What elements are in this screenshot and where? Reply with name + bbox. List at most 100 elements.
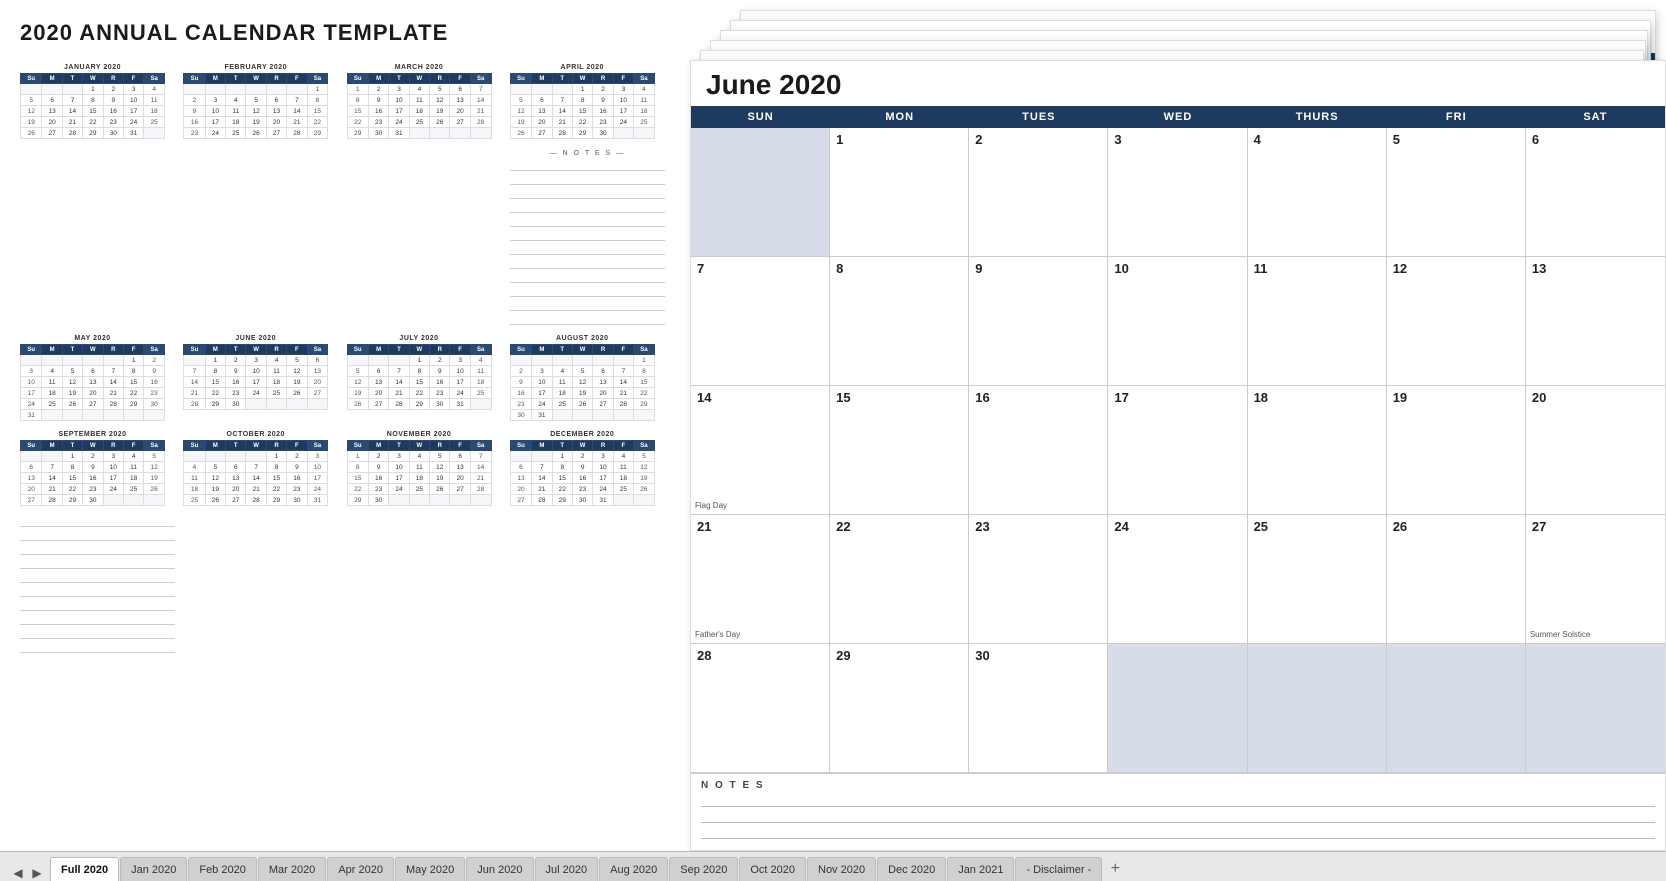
mini-cal-may-table: SuMTWRFSa 12 3456789 10111213141516 1718… bbox=[20, 344, 165, 421]
week-5: 28 29 30 bbox=[691, 644, 1665, 773]
mini-cal-jul-table: SuMTWRFSa 1234 567891011 12131415161718 … bbox=[347, 344, 492, 410]
mini-cal-sep-title: SEPTEMBER 2020 bbox=[20, 431, 165, 438]
cell-w1-fri: 5 bbox=[1387, 128, 1526, 256]
mini-cal-feb-table: SuMTWRFSa 1 2345678 9101112131415 161718… bbox=[183, 73, 328, 139]
notes-section: — N O T E S — bbox=[510, 150, 665, 325]
tab-apr-2020[interactable]: Apr 2020 bbox=[327, 857, 394, 881]
front-cal: June 2020 SUN MON TUES WED THURS FRI SAT… bbox=[691, 61, 1665, 850]
flag-day-label: Flag Day bbox=[695, 501, 727, 510]
mini-cal-jun-table: SuMTWRFSa 123456 78910111213 14151617181… bbox=[183, 344, 328, 410]
mini-cal-mar-table: SuMTWRFSa 1234567 891011121314 151617181… bbox=[347, 73, 492, 139]
hdr-tues: TUES bbox=[969, 106, 1108, 128]
jan-hdr-sa: Sa bbox=[144, 74, 165, 84]
mini-cal-dec-table: SuMTWRFSa 12345 6789101112 1314151617181… bbox=[510, 440, 655, 506]
tab-mar-2020[interactable]: Mar 2020 bbox=[258, 857, 326, 881]
summer-solstice-label: Summer Solstice bbox=[1530, 630, 1590, 639]
cell-w3-sun: 14 Flag Day bbox=[691, 386, 830, 514]
nav-left-arrow[interactable]: ◀ bbox=[10, 865, 26, 881]
cell-w1-sun bbox=[691, 128, 830, 256]
jan-hdr-w: W bbox=[83, 74, 103, 84]
cell-w2-sat: 13 bbox=[1526, 257, 1665, 385]
front-notes: N O T E S bbox=[691, 773, 1665, 850]
cell-w2-mon: 8 bbox=[830, 257, 969, 385]
tab-oct-2020[interactable]: Oct 2020 bbox=[739, 857, 806, 881]
mini-cal-sep-table: SuMTWRFSa 12345 6789101112 1314151617181… bbox=[20, 440, 165, 506]
note-line bbox=[510, 216, 665, 227]
right-panel: January 2020 SUN MON TUES WED THURS FRI … bbox=[680, 0, 1666, 851]
mini-cal-oct-table: SuMTWRFSa 123 45678910 11121314151617 18… bbox=[183, 440, 328, 506]
mini-cal-january: JANUARY 2020 Su M T W R F Sa bbox=[20, 64, 165, 325]
cell-w1-thu: 4 bbox=[1248, 128, 1387, 256]
front-note-line bbox=[701, 827, 1655, 839]
front-note-line bbox=[701, 811, 1655, 823]
front-cal-body: 1 2 3 4 5 6 7 8 9 10 11 12 bbox=[691, 128, 1665, 773]
note-line bbox=[510, 258, 665, 269]
tab-aug-2020[interactable]: Aug 2020 bbox=[599, 857, 668, 881]
mini-cal-august: AUGUST 2020 SuMTWRFSa 1 2345678 91011121… bbox=[510, 335, 655, 421]
notes-lines bbox=[510, 160, 665, 325]
mini-cal-jul-title: JULY 2020 bbox=[347, 335, 492, 342]
note-line bbox=[20, 516, 175, 527]
tab-add-button[interactable]: + bbox=[1103, 857, 1127, 881]
tab-sep-2020[interactable]: Sep 2020 bbox=[669, 857, 738, 881]
jan-hdr-t: T bbox=[62, 74, 82, 84]
note-line bbox=[20, 642, 175, 653]
tab-full-2020[interactable]: Full 2020 bbox=[50, 857, 119, 881]
cell-w2-tue: 9 bbox=[969, 257, 1108, 385]
left-panel: 2020 ANNUAL CALENDAR TEMPLATE JANUARY 20… bbox=[0, 0, 680, 851]
tab-disclaimer[interactable]: - Disclaimer - bbox=[1015, 857, 1102, 881]
nav-right-arrow[interactable]: ▶ bbox=[29, 865, 45, 881]
cell-w4-wed: 24 bbox=[1108, 515, 1247, 643]
note-line bbox=[510, 174, 665, 185]
front-cal-header: SUN MON TUES WED THURS FRI SAT bbox=[691, 106, 1665, 128]
note-line bbox=[20, 544, 175, 555]
cell-w5-wed bbox=[1108, 644, 1247, 772]
note-line bbox=[510, 230, 665, 241]
cell-w1-mon: 1 bbox=[830, 128, 969, 256]
hdr-fri: FRI bbox=[1387, 106, 1526, 128]
cell-w5-mon: 29 bbox=[830, 644, 969, 772]
note-line bbox=[510, 300, 665, 311]
cell-w4-thu: 25 bbox=[1248, 515, 1387, 643]
tab-dec-2020[interactable]: Dec 2020 bbox=[877, 857, 946, 881]
mini-calendars-grid: JANUARY 2020 Su M T W R F Sa bbox=[20, 64, 665, 653]
tab-jul-2020[interactable]: Jul 2020 bbox=[535, 857, 599, 881]
note-line bbox=[510, 244, 665, 255]
week-2: 7 8 9 10 11 12 13 bbox=[691, 257, 1665, 386]
hdr-sat: SAT bbox=[1526, 106, 1665, 128]
mini-cal-september: SEPTEMBER 2020 SuMTWRFSa 12345 678910111… bbox=[20, 431, 165, 506]
mini-cal-february: FEBRUARY 2020 SuMTWRFSa 1 2345678 910111… bbox=[183, 64, 328, 325]
cell-w4-sun: 21 Father's Day bbox=[691, 515, 830, 643]
note-line bbox=[510, 188, 665, 199]
tab-nov-2020[interactable]: Nov 2020 bbox=[807, 857, 876, 881]
main-area: 2020 ANNUAL CALENDAR TEMPLATE JANUARY 20… bbox=[0, 0, 1666, 851]
cell-w3-sat: 20 bbox=[1526, 386, 1665, 514]
tab-feb-2020[interactable]: Feb 2020 bbox=[188, 857, 256, 881]
tab-jan-2020[interactable]: Jan 2020 bbox=[120, 857, 187, 881]
note-line bbox=[20, 600, 175, 611]
mini-cal-december: DECEMBER 2020 SuMTWRFSa 12345 6789101112… bbox=[510, 431, 655, 506]
tab-jun-2020[interactable]: Jun 2020 bbox=[466, 857, 533, 881]
hdr-wed: WED bbox=[1108, 106, 1247, 128]
mini-cal-nov-table: SuMTWRFSa 1234567 891011121314 151617181… bbox=[347, 440, 492, 506]
cell-w3-thu: 18 bbox=[1248, 386, 1387, 514]
mini-cal-march: MARCH 2020 SuMTWRFSa 1234567 89101112131… bbox=[347, 64, 492, 325]
mini-cal-jun-title: JUNE 2020 bbox=[183, 335, 328, 342]
note-line bbox=[20, 558, 175, 569]
note-line bbox=[20, 628, 175, 639]
tab-jan-2021[interactable]: Jan 2021 bbox=[947, 857, 1014, 881]
cell-w3-mon: 15 bbox=[830, 386, 969, 514]
front-page-june: June 2020 SUN MON TUES WED THURS FRI SAT… bbox=[690, 60, 1666, 851]
annual-title: 2020 ANNUAL CALENDAR TEMPLATE bbox=[20, 20, 665, 46]
mini-cal-jan-table: Su M T W R F Sa 1234 567891011 121314151… bbox=[20, 73, 165, 139]
tab-may-2020[interactable]: May 2020 bbox=[395, 857, 465, 881]
mini-cal-jan-title: JANUARY 2020 bbox=[20, 64, 165, 71]
cell-w5-sun: 28 bbox=[691, 644, 830, 772]
mini-cal-aug-title: AUGUST 2020 bbox=[510, 335, 655, 342]
cell-w1-tue: 2 bbox=[969, 128, 1108, 256]
mini-cal-mar-title: MARCH 2020 bbox=[347, 64, 492, 71]
jan-hdr-su: Su bbox=[21, 74, 42, 84]
mini-cal-april: APRIL 2020 SuMTWRFSa 1234 567891011 1213… bbox=[510, 64, 655, 139]
jan-hdr-r: R bbox=[103, 74, 123, 84]
cell-w5-tue: 30 bbox=[969, 644, 1108, 772]
